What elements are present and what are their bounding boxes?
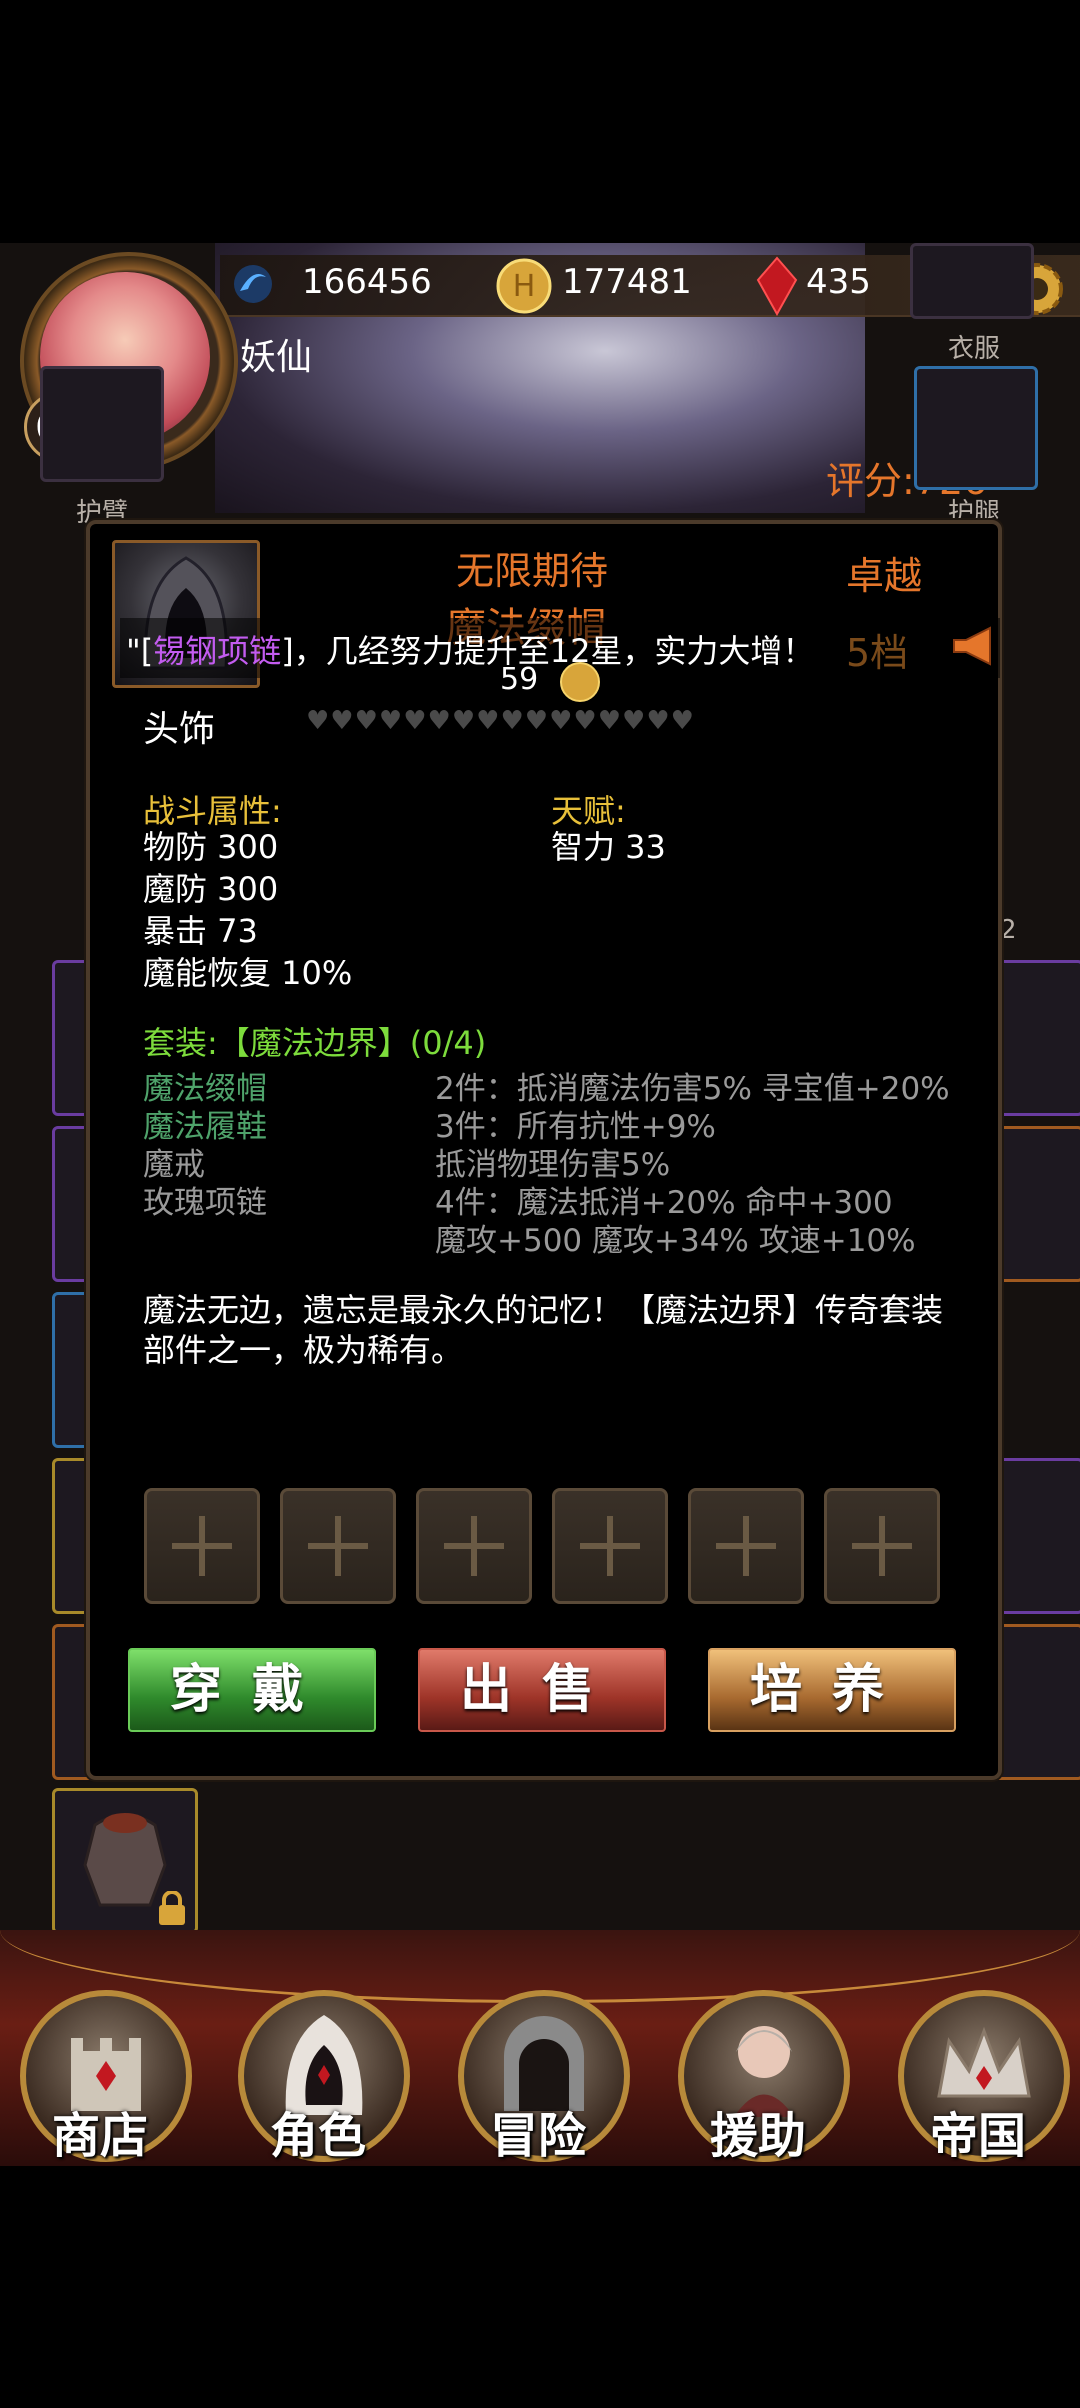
swirl-resource-icon	[234, 265, 272, 303]
announcement-suffix: ]，几经努力提升至12星，实力大增！	[281, 632, 815, 670]
item-quality-text: 无限期待	[456, 549, 609, 593]
set-bonus-line: 2件：抵消魔法伤害5% 寻宝值+20%	[435, 1071, 950, 1107]
enhance-count: 59	[500, 662, 539, 697]
gem-socket-slot[interactable]	[824, 1488, 940, 1604]
nav-empire-label: 帝国	[929, 2108, 1026, 2164]
equipment-slot-arm-guard[interactable]	[40, 366, 164, 482]
resource-1-value: 166456	[302, 262, 432, 302]
combat-stats-list: 物防 300 魔防 300 暴击 73 魔能恢复 10%	[143, 826, 352, 994]
equipment-slot-leg-guard[interactable]	[914, 366, 1038, 490]
sell-button[interactable]: 出售	[418, 1648, 666, 1732]
equipment-slot-clothes[interactable]	[910, 243, 1034, 319]
combat-stat-line: 物防 300	[143, 828, 279, 866]
gem-socket-slot[interactable]	[688, 1488, 804, 1604]
gold-value: 177481	[562, 262, 692, 302]
gem-socket-slot[interactable]	[280, 1488, 396, 1604]
nav-character-label: 角色	[269, 2108, 366, 2164]
plus-icon	[716, 1516, 776, 1576]
announcement-text: "[锡钢项链]，几经努力提升至12星，实力大增！	[126, 626, 814, 672]
set-bonus-line: 魔攻+500 魔攻+34% 攻速+10%	[435, 1223, 916, 1259]
set-bonus-line: 3件：所有抗性+9%	[435, 1109, 716, 1145]
gem-value: 435	[806, 262, 871, 302]
plus-icon	[580, 1516, 640, 1576]
plus-icon	[172, 1516, 232, 1576]
inventory-slot-armor[interactable]	[52, 1788, 198, 1934]
plus-icon	[308, 1516, 368, 1576]
set-piece-item: 魔戒	[143, 1147, 205, 1183]
red-gem-icon	[756, 256, 798, 316]
plus-icon	[444, 1516, 504, 1576]
page-number: 2	[1000, 915, 1017, 945]
gem-socket-slot[interactable]	[416, 1488, 532, 1604]
set-pieces-list: 魔法缀帽 魔法履鞋 魔戒 玫瑰项链	[143, 1070, 267, 1222]
horn-announcement-icon[interactable]	[950, 624, 998, 668]
talent-stat-line: 智力 33	[551, 828, 666, 866]
train-button[interactable]: 培养	[708, 1648, 956, 1732]
slot-label-clothes: 衣服	[948, 334, 1001, 364]
gem-socket-slot[interactable]	[144, 1488, 260, 1604]
set-piece-item: 魔法缀帽	[143, 1071, 267, 1107]
combat-stat-line: 魔能恢复 10%	[143, 954, 353, 992]
nav-adventure-label: 冒险	[489, 2108, 586, 2164]
item-grade: 卓越	[846, 554, 923, 598]
set-bonus-list: 2件：抵消魔法伤害5% 寻宝值+20% 3件：所有抗性+9% 抵消物理伤害5% …	[435, 1070, 950, 1260]
item-description: 魔法无边，遗忘是最永久的记忆！【魔法边界】传奇套装部件之一，极为稀有。	[143, 1291, 944, 1369]
player-name: 妖仙	[240, 337, 313, 378]
set-bonus-line: 抵消物理伤害5%	[435, 1147, 671, 1183]
gold-coin-icon: H	[496, 258, 552, 314]
nav-assist-label: 援助	[709, 2108, 806, 2164]
set-piece-item: 玫瑰项链	[143, 1185, 267, 1221]
combat-stat-line: 暴击 73	[143, 912, 258, 950]
svg-text:H: H	[513, 269, 536, 304]
item-grade-suffix: 5档	[846, 631, 909, 675]
coin-small-icon	[560, 662, 600, 702]
set-bonus-line: 4件：魔法抵消+20% 命中+300	[435, 1185, 893, 1221]
star-rating-hearts: ♥♥♥♥♥♥♥♥♥♥♥♥♥♥♥♥	[306, 706, 695, 736]
plus-icon	[852, 1516, 912, 1576]
combat-stat-line: 魔防 300	[143, 870, 279, 908]
gem-socket-slot[interactable]	[552, 1488, 668, 1604]
set-title: 套装:【魔法边界】(0/4)	[143, 1024, 487, 1062]
nav-shop-label: 商店	[51, 2108, 148, 2164]
announcement-prefix: "[	[126, 632, 154, 670]
lock-icon	[159, 1891, 185, 1925]
announcement-item-link[interactable]: 锡钢项链	[153, 632, 281, 670]
wear-button[interactable]: 穿戴	[128, 1648, 376, 1732]
item-slot-type: 头饰	[143, 709, 216, 750]
set-piece-item: 魔法履鞋	[143, 1109, 267, 1145]
